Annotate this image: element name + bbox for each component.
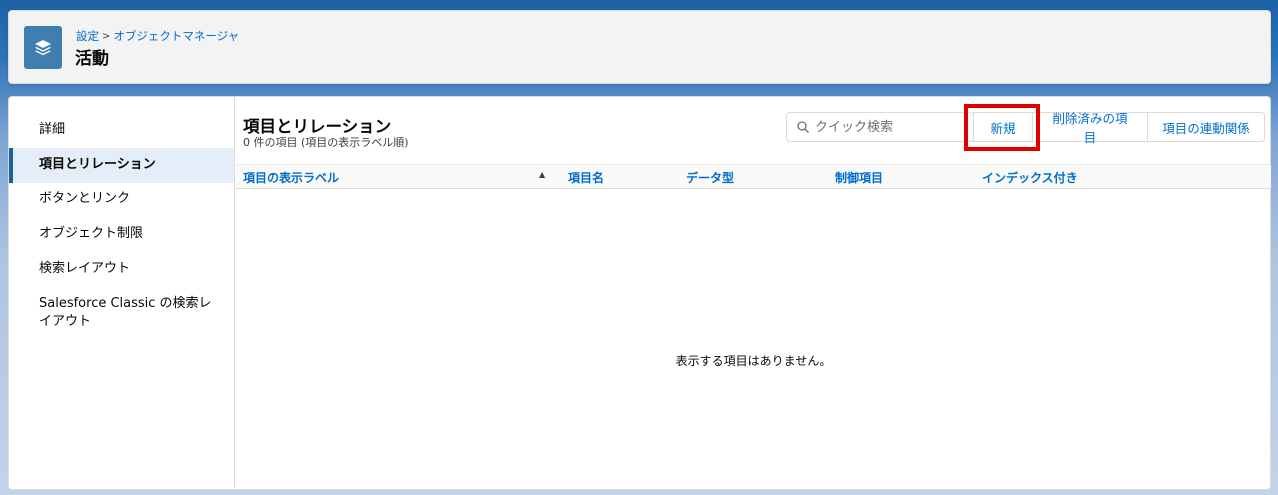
search-icon — [797, 121, 809, 133]
quick-search-input[interactable] — [815, 117, 965, 137]
sidebar-item-fields-relationships[interactable]: 項目とリレーション — [9, 148, 234, 183]
breadcrumb-separator: > — [102, 30, 111, 42]
column-header-field-label[interactable]: 項目の表示ラベル — [243, 169, 339, 186]
breadcrumb-object-manager-link[interactable]: オブジェクトマネージャ — [113, 28, 239, 44]
new-button[interactable]: 新規 — [973, 112, 1033, 142]
layers-icon — [24, 26, 62, 69]
quick-search-box[interactable] — [786, 112, 974, 142]
breadcrumb-setup-link[interactable]: 設定 — [76, 28, 99, 44]
page-header: 設定 > オブジェクトマネージャ 活動 — [8, 10, 1271, 84]
main-panel: 詳細 項目とリレーション ボタンとリンク オブジェクト制限 検索レイアウト Sa… — [8, 96, 1271, 490]
page-title: 活動 — [75, 49, 109, 69]
column-header-field-name[interactable]: 項目名 — [568, 169, 604, 186]
table-header: 項目の表示ラベル ▲ 項目名 データ型 制御項目 インデックス付き — [236, 164, 1271, 189]
sidebar: 詳細 項目とリレーション ボタンとリンク オブジェクト制限 検索レイアウト Sa… — [9, 97, 235, 489]
column-header-controlling-field[interactable]: 制御項目 — [835, 169, 883, 186]
item-count: 0 件の項目 (項目の表示ラベル順) — [243, 136, 409, 149]
deleted-fields-button[interactable]: 削除済みの項目 — [1033, 111, 1148, 145]
action-button-group: 新規 削除済みの項目 項目の連動関係 — [973, 111, 1265, 145]
sidebar-item-search-layouts[interactable]: 検索レイアウト — [9, 260, 234, 278]
fields-section: 項目とリレーション 0 件の項目 (項目の表示ラベル順) 新規 削除済みの項目 … — [236, 97, 1271, 489]
sidebar-item-buttons-links[interactable]: ボタンとリンク — [9, 190, 234, 208]
empty-state-message: 表示する項目はありません。 — [675, 354, 832, 368]
sidebar-item-classic-search-layouts[interactable]: Salesforce Classic の検索レイアウト — [9, 295, 214, 331]
field-dependencies-button[interactable]: 項目の連動関係 — [1148, 112, 1265, 142]
breadcrumb: 設定 > オブジェクトマネージャ — [76, 28, 239, 44]
column-header-data-type[interactable]: データ型 — [686, 169, 734, 186]
sidebar-item-object-limits[interactable]: オブジェクト制限 — [9, 225, 234, 243]
column-header-indexed[interactable]: インデックス付き — [982, 169, 1078, 186]
sidebar-item-details[interactable]: 詳細 — [9, 121, 234, 139]
sort-ascending-icon: ▲ — [539, 170, 546, 179]
